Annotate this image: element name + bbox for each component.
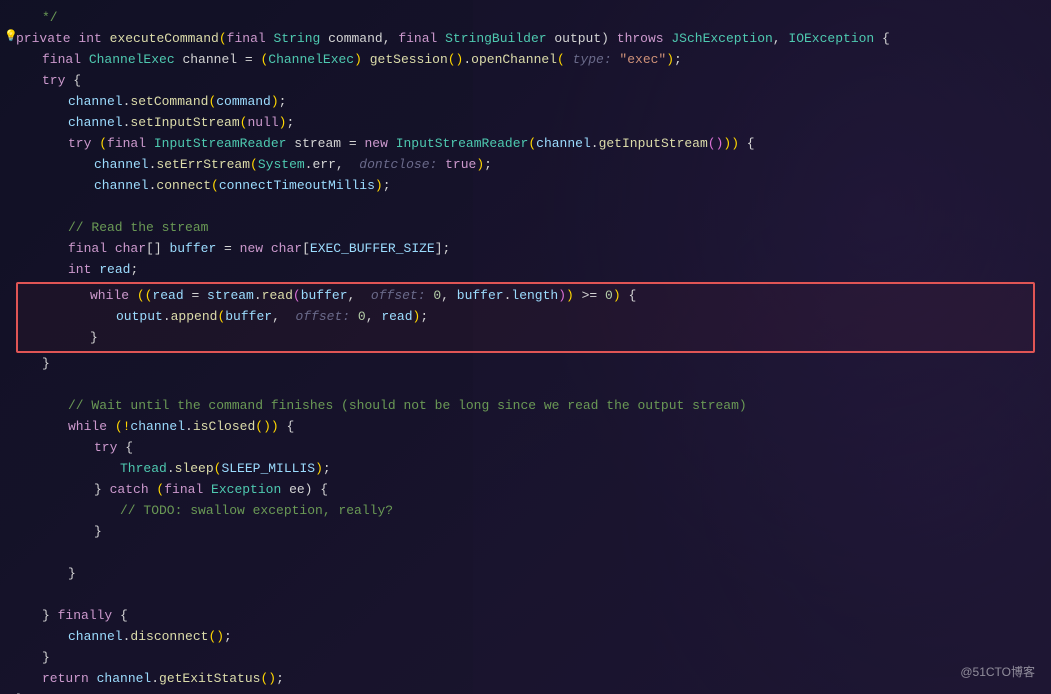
line-while-channel-close: } <box>0 564 1051 585</box>
line-blank1 <box>0 197 1051 218</box>
line-char-buffer: final char[] buffer = new char[EXEC_BUFF… <box>0 239 1051 260</box>
line-set-errstream: channel.setErrStream(System.err, dontclo… <box>0 155 1051 176</box>
line-inner-try-close: } <box>0 354 1051 375</box>
line-todo-comment: // TODO: swallow exception, really? <box>0 501 1051 522</box>
code-editor: */ 💡 private int executeCommand(final St… <box>0 0 1051 694</box>
line-disconnect: channel.disconnect(); <box>0 627 1051 648</box>
line-try-open: try { <box>0 71 1051 92</box>
highlighted-while-block: while ((read = stream.read(buffer, offse… <box>16 282 1035 353</box>
line-while-loop: while ((read = stream.read(buffer, offse… <box>22 286 1029 307</box>
bulb-icon: 💡 <box>4 29 18 47</box>
line-thread-sleep: Thread.sleep(SLEEP_MILLIS); <box>0 459 1051 480</box>
line-read-comment: // Read the stream <box>0 218 1051 239</box>
line-method-sig: 💡 private int executeCommand(final Strin… <box>0 29 1051 50</box>
line-comment-close: */ <box>0 8 1051 29</box>
line-blank3 <box>0 543 1051 564</box>
line-catch-close: } <box>0 522 1051 543</box>
line-set-inputstream: channel.setInputStream(null); <box>0 113 1051 134</box>
line-method-close: } <box>0 690 1051 694</box>
line-output-append: output.append(buffer, offset: 0, read); <box>22 307 1029 328</box>
line-set-command: channel.setCommand(command); <box>0 92 1051 113</box>
line-return: return channel.getExitStatus(); <box>0 669 1051 690</box>
line-blank2 <box>0 375 1051 396</box>
line-connect: channel.connect(connectTimeoutMillis); <box>0 176 1051 197</box>
line-blank4 <box>0 585 1051 606</box>
line-int-read: int read; <box>0 260 1051 281</box>
line-try2-open: try { <box>0 438 1051 459</box>
line-while-channel: while (!channel.isClosed()) { <box>0 417 1051 438</box>
line-finally: } finally { <box>0 606 1051 627</box>
line-finally-close: } <box>0 648 1051 669</box>
line-while-close: } <box>22 328 1029 349</box>
line-catch: } catch (final Exception ee) { <box>0 480 1051 501</box>
line-wait-comment: // Wait until the command finishes (shou… <box>0 396 1051 417</box>
watermark: @51CTO博客 <box>960 663 1035 682</box>
line-channel-init: final ChannelExec channel = (ChannelExec… <box>0 50 1051 71</box>
line-try-inner: try (final InputStreamReader stream = ne… <box>0 134 1051 155</box>
